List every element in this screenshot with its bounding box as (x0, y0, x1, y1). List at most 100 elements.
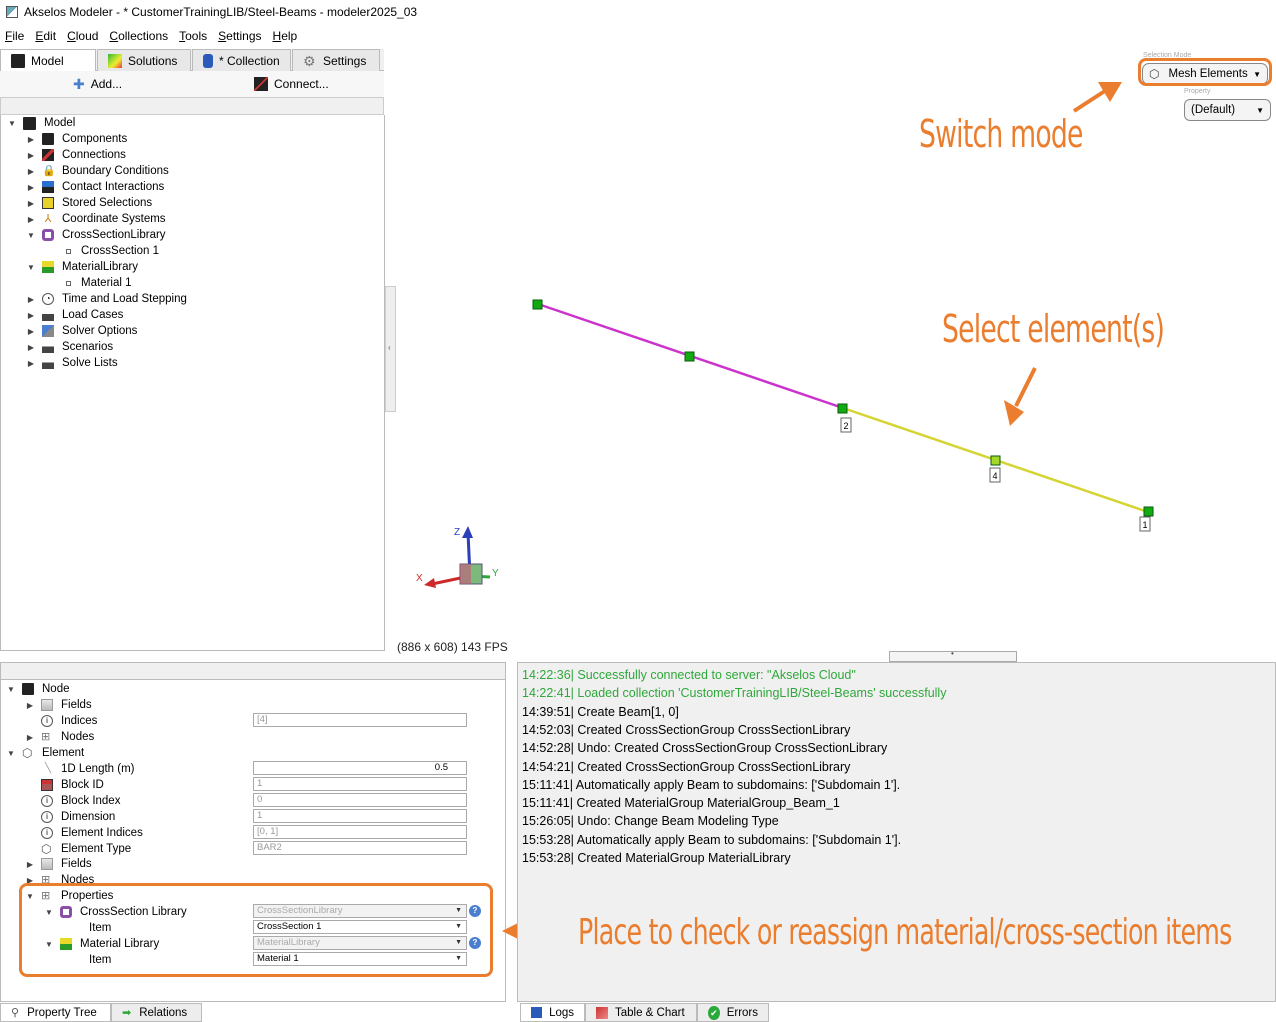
collapse-arrow-icon[interactable]: ▶ (26, 167, 36, 176)
tab-relations[interactable]: ➡ Relations (111, 1003, 202, 1022)
tree-item-coordinate-systems[interactable]: ▶ ⅄ Coordinate Systems (26, 211, 166, 227)
select-elements-annotation: Select element(s) (942, 307, 1165, 351)
tree-item-solver-options[interactable]: ▶ Solver Options (26, 323, 137, 339)
collapse-arrow-icon[interactable]: ▶ (26, 151, 36, 160)
prop-node[interactable]: ▼ Node (6, 681, 70, 697)
collapse-arrow-icon[interactable]: ▶ (25, 860, 35, 869)
tab-model[interactable]: Model (0, 49, 96, 72)
tree-item-model[interactable]: ▼ Model (7, 115, 75, 131)
expand-arrow-icon[interactable]: ▼ (7, 119, 17, 128)
tab-property-tree[interactable]: ⚲ Property Tree (0, 1003, 111, 1022)
mesh-node[interactable] (990, 455, 1001, 466)
collapse-arrow-icon[interactable]: ▶ (26, 311, 36, 320)
tree-item-material-1[interactable]: Material 1 (63, 275, 132, 291)
bottom-splitter[interactable]: • (889, 649, 1017, 662)
tree-label: Contact Interactions (62, 181, 165, 193)
expand-arrow-icon[interactable]: ▼ (26, 263, 36, 272)
prop-element-fields[interactable]: ▶ Fields (25, 856, 92, 872)
collapse-arrow-icon[interactable]: ▶ (26, 183, 36, 192)
panel-splitter[interactable]: ‹ (385, 286, 396, 412)
place-to-check-annotation: Place to check or reassign material/cros… (578, 912, 1232, 953)
block-id-field[interactable]: 1 (253, 777, 467, 791)
menu-tools[interactable]: Tools (179, 29, 207, 43)
factory-icon (42, 309, 54, 321)
prop-element[interactable]: ▼ ⬡ Element (6, 745, 84, 761)
tab-logs[interactable]: Logs (520, 1003, 585, 1022)
tab-collection[interactable]: * Collection (192, 49, 291, 71)
tree-header (0, 97, 384, 115)
grid-icon: ⊞ (41, 731, 51, 743)
collapse-arrow-icon[interactable]: ▶ (26, 215, 36, 224)
collapse-arrow-icon[interactable]: ▶ (26, 359, 36, 368)
tree-item-connections[interactable]: ▶ Connections (26, 147, 126, 163)
collapse-arrow-icon[interactable]: ▶ (25, 733, 35, 742)
tree-item-load-cases[interactable]: ▶ Load Cases (26, 307, 123, 323)
property-dropdown[interactable]: (Default) ▼ (1184, 99, 1271, 121)
connect-icon (254, 77, 268, 91)
tree-item-time-load-stepping[interactable]: ▶ ◔ Time and Load Stepping (26, 291, 187, 307)
prop-element-type: ⬡ Element Type (41, 841, 131, 857)
tree-item-solve-lists[interactable]: ▶ Solve Lists (26, 355, 118, 371)
tree-item-material-library[interactable]: ▼ MaterialLibrary (26, 259, 138, 275)
tree-label: Stored Selections (62, 197, 153, 209)
arrow-to-mode-icon (1072, 87, 1110, 113)
menu-edit[interactable]: Edit (35, 29, 56, 43)
3d-viewport[interactable]: 2 4 1 Z X Y Selection Mode ⬡ Mesh Elemen… (396, 48, 1276, 653)
prop-node-fields[interactable]: ▶ Fields (25, 697, 92, 713)
block-index-field[interactable]: 0 (253, 793, 467, 807)
collapse-arrow-icon[interactable]: ▶ (26, 135, 36, 144)
tree-item-crosssection-library[interactable]: ▼ CrossSectionLibrary (26, 227, 166, 243)
mesh-node[interactable] (1143, 506, 1154, 517)
tree-item-crosssection-1[interactable]: CrossSection 1 (63, 243, 159, 259)
add-button-label: Add... (90, 77, 123, 91)
expand-arrow-icon[interactable]: ▼ (26, 231, 36, 240)
tree-item-stored-selections[interactable]: ▶ Stored Selections (26, 195, 152, 211)
mesh-node[interactable] (837, 403, 848, 414)
prop-label: 1D Length (m) (61, 763, 135, 775)
tab-solutions-label: Solutions (128, 53, 178, 68)
x-axis-label: X (416, 573, 423, 584)
tab-settings[interactable]: ⚙ Settings (292, 49, 380, 71)
prop-label: Indices (61, 715, 98, 727)
tab-label: Logs (549, 1006, 574, 1019)
title-bar: Akselos Modeler - * CustomerTrainingLIB/… (0, 0, 1276, 24)
length-field[interactable]: 0.5 (253, 761, 467, 775)
mesh-node[interactable] (684, 351, 695, 362)
collapse-arrow-icon[interactable]: ▶ (26, 327, 36, 336)
tree-label: Connections (62, 149, 126, 161)
tab-errors[interactable]: ✔ Errors (697, 1003, 769, 1022)
menu-collections[interactable]: Collections (109, 29, 168, 43)
expand-arrow-icon[interactable]: ▼ (6, 749, 16, 758)
tree-item-components[interactable]: ▶ Components (26, 131, 127, 147)
menu-settings[interactable]: Settings (218, 29, 261, 43)
node-label: 2 (843, 421, 848, 431)
prop-node-nodes[interactable]: ▶ ⊞ Nodes (25, 729, 94, 745)
prop-dimension: i Dimension (41, 809, 115, 825)
tab-table-chart[interactable]: Table & Chart (585, 1003, 697, 1022)
collapse-arrow-icon[interactable]: ▶ (25, 701, 35, 710)
collapse-arrow-icon[interactable]: ▶ (26, 343, 36, 352)
element-type-field[interactable]: BAR2 (253, 841, 467, 855)
log-line: 14:52:03| Created CrossSectionGroup Cros… (522, 722, 851, 737)
tree-item-contact-interactions[interactable]: ▶ Contact Interactions (26, 179, 164, 195)
add-button[interactable]: ✚ Add... (73, 76, 122, 93)
splitter-dot-icon: • (951, 649, 954, 658)
indices-field[interactable]: [4] (253, 713, 467, 727)
info-icon: i (41, 715, 53, 727)
tree-item-boundary-conditions[interactable]: ▶ 🔒 Boundary Conditions (26, 163, 169, 179)
tree-item-scenarios[interactable]: ▶ Scenarios (26, 339, 113, 355)
element-indices-field[interactable]: [0, 1] (253, 825, 467, 839)
tab-solutions[interactable]: Solutions (97, 49, 191, 71)
prop-block-id: Block ID (41, 777, 104, 793)
collapse-arrow-icon[interactable]: ▶ (26, 199, 36, 208)
z-axis-label: Z (454, 527, 460, 538)
collapse-arrow-icon[interactable]: ▶ (26, 295, 36, 304)
connect-button[interactable]: Connect... (254, 77, 329, 91)
expand-arrow-icon[interactable]: ▼ (6, 685, 16, 694)
menu-cloud[interactable]: Cloud (67, 29, 98, 43)
log-line: 14:39:51| Create Beam[1, 0] (522, 704, 679, 719)
dimension-field[interactable]: 1 (253, 809, 467, 823)
menu-file[interactable]: File (5, 29, 24, 43)
menu-help[interactable]: Help (273, 29, 298, 43)
mesh-node[interactable] (532, 299, 543, 310)
